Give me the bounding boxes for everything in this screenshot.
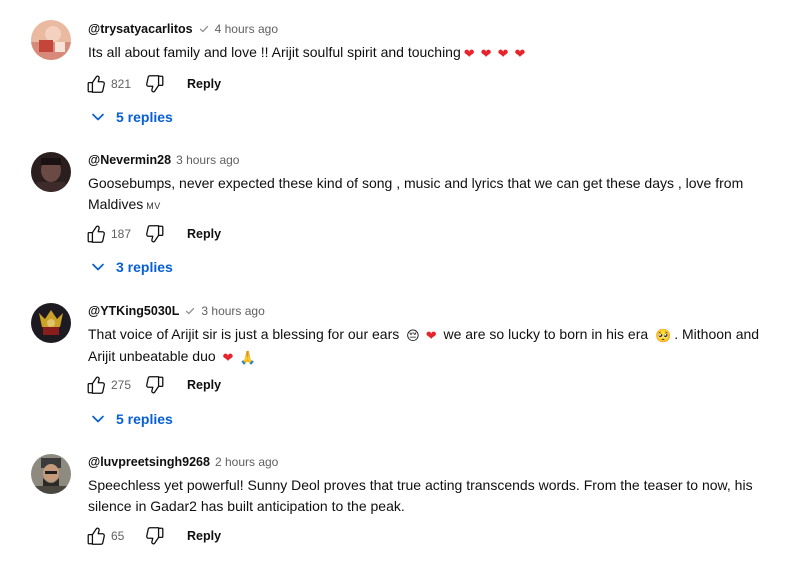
heart-emoji: ❤	[480, 46, 492, 61]
chevron-down-icon	[88, 409, 108, 429]
chevron-down-icon	[88, 107, 108, 127]
avatar[interactable]	[31, 152, 71, 192]
like-count: 821	[111, 77, 132, 91]
replies-label: 5 replies	[116, 109, 173, 125]
comment-text: Speechless yet powerful! Sunny Deol prov…	[88, 475, 768, 517]
comment-text: Its all about family and love !! Arijit …	[88, 42, 768, 64]
reply-button[interactable]: Reply	[187, 529, 221, 543]
comment-author[interactable]: @trysatyacarlitos	[88, 20, 193, 38]
thumbs-down-icon[interactable]	[143, 524, 167, 548]
reply-button[interactable]: Reply	[187, 77, 221, 91]
comment-author[interactable]: @YTKing5030L	[88, 302, 179, 320]
heart-emoji: ❤	[222, 350, 234, 365]
view-replies-button[interactable]: 3 replies	[88, 256, 173, 278]
thumbs-down-icon[interactable]	[143, 222, 167, 246]
comment-author[interactable]: @luvpreetsingh9268	[88, 453, 210, 471]
comment-actions: 275 Reply	[84, 373, 221, 397]
comment-actions: 187 Reply	[84, 222, 221, 246]
folded-hands-emoji: 🙏	[239, 350, 256, 365]
thumbs-down-icon[interactable]	[143, 72, 167, 96]
avatar[interactable]	[31, 20, 71, 60]
thumbs-up-icon[interactable]	[84, 222, 108, 246]
comment-text: Goosebumps, never expected these kind of…	[88, 173, 768, 217]
thumbs-up-icon[interactable]	[84, 524, 108, 548]
reply-button[interactable]: Reply	[187, 378, 221, 392]
comment-timestamp[interactable]: 4 hours ago	[215, 20, 278, 38]
view-replies-button[interactable]: 5 replies	[88, 106, 173, 128]
comment-body: Speechless yet powerful! Sunny Deol prov…	[88, 477, 753, 514]
pleading-face-emoji: 🥺	[655, 328, 672, 343]
avatar[interactable]	[31, 454, 71, 494]
heart-emoji: ❤	[514, 46, 526, 61]
comment-timestamp[interactable]: 3 hours ago	[201, 302, 264, 320]
comment-timestamp[interactable]: 2 hours ago	[215, 453, 278, 471]
comment-timestamp[interactable]: 3 hours ago	[176, 151, 239, 169]
like-count: 187	[111, 227, 132, 241]
like-count: 275	[111, 378, 132, 392]
comment-author[interactable]: @Nevermin28	[88, 151, 171, 169]
comment-text: That voice of Arijit sir is just a bless…	[88, 324, 768, 368]
thumbs-down-icon[interactable]	[143, 373, 167, 397]
comment-body: Its all about family and love !! Arijit …	[88, 44, 461, 60]
comment-body: Goosebumps, never expected these kind of…	[88, 175, 744, 212]
view-replies-button[interactable]: 5 replies	[88, 408, 173, 430]
like-count: 65	[111, 529, 125, 543]
comment-actions: 65 Reply	[84, 524, 221, 548]
check-icon	[184, 305, 196, 317]
chevron-down-icon	[88, 257, 108, 277]
replies-label: 3 replies	[116, 259, 173, 275]
thumbs-up-icon[interactable]	[84, 373, 108, 397]
comment-actions: 821 Reply	[84, 72, 221, 96]
comment-body-part2: we are so lucky to born in his era	[443, 326, 649, 342]
thumbs-up-icon[interactable]	[84, 72, 108, 96]
heart-emoji: ❤	[425, 328, 437, 343]
replies-label: 5 replies	[116, 411, 173, 427]
check-icon	[198, 23, 210, 35]
heart-emoji: ❤	[497, 46, 509, 61]
heart-emoji: ❤	[463, 46, 475, 61]
comment-body-part1: That voice of Arijit sir is just a bless…	[88, 326, 400, 342]
reply-button[interactable]: Reply	[187, 227, 221, 241]
flag-emoji: MV	[146, 201, 161, 211]
pensive-face-emoji: 😔	[406, 328, 420, 343]
avatar[interactable]	[31, 303, 71, 343]
